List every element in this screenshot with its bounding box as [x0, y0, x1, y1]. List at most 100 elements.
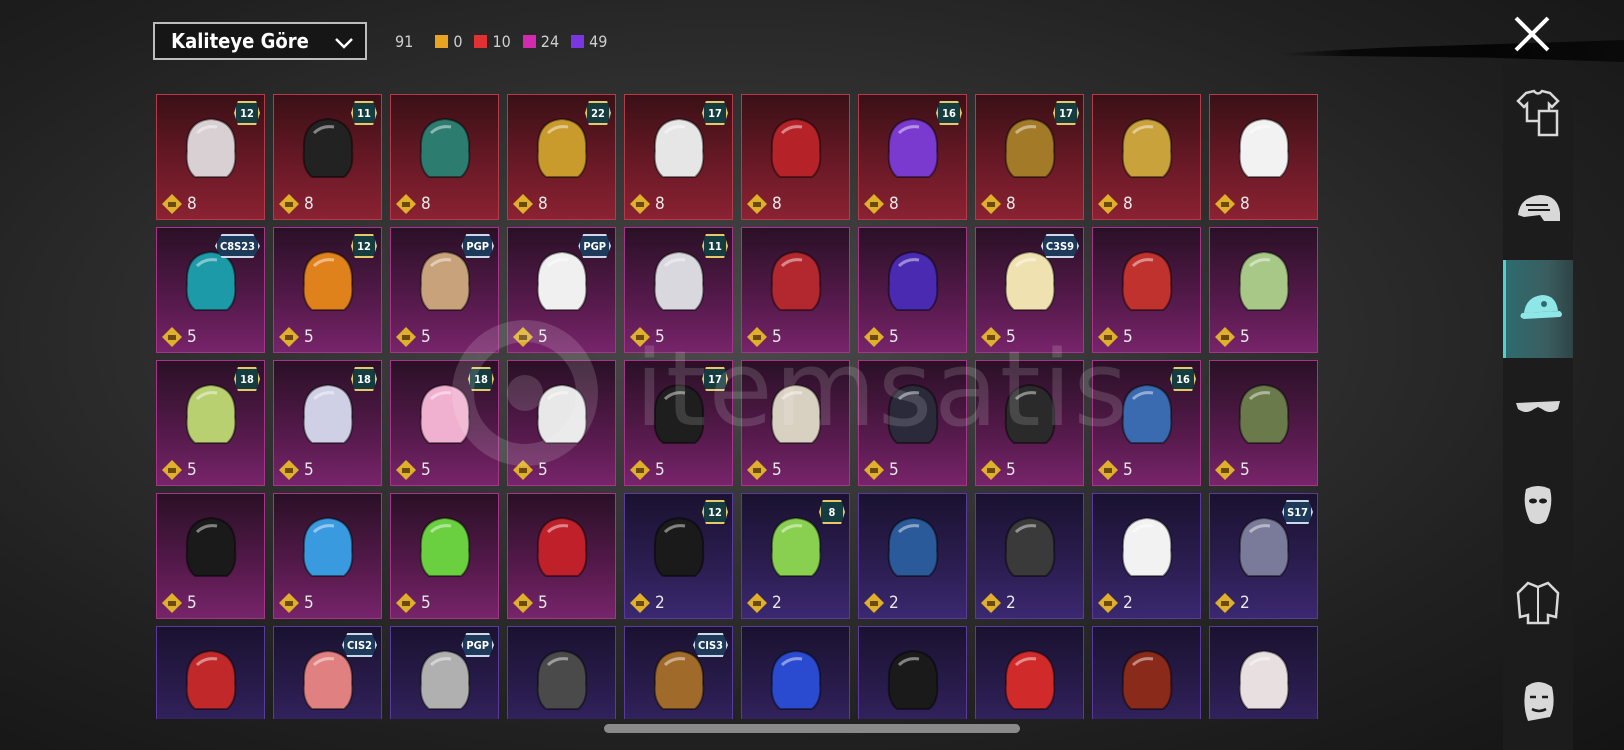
item-score: 5 [395, 326, 431, 348]
item-tile-blue-moto-helmet[interactable]: 5 [273, 493, 382, 619]
item-tile-lion-mask[interactable]: 5 [741, 360, 850, 486]
lion-mask-icon [770, 383, 822, 444]
item-tile-pink-spiked-cap[interactable]: 18 5 [390, 360, 499, 486]
item-tile-pharaoh-headdress[interactable]: 8 [1092, 94, 1201, 220]
season-badge: CIS3 [693, 633, 728, 657]
item-score: 5 [395, 592, 431, 614]
item-tile-llama-mask[interactable]: PGP 5 [390, 227, 499, 353]
points-icon [630, 593, 650, 613]
points-icon [864, 460, 884, 480]
item-score-value: 8 [1240, 194, 1250, 214]
item-tile-green-ruffle-hat[interactable]: 5 [1209, 227, 1318, 353]
item-tile-striped-bandana[interactable]: CIS2 [273, 626, 382, 719]
item-tile-white-sun-hat[interactable]: 2 [1092, 493, 1201, 619]
sidebar-item-glasses[interactable] [1503, 358, 1573, 456]
sidebar-item-helmet[interactable] [1503, 162, 1573, 260]
item-tile-orange-pigtail-hair[interactable]: 12 5 [273, 227, 382, 353]
item-tile-gold-trim-fez[interactable] [1092, 626, 1201, 719]
item-score-value: 5 [1006, 327, 1016, 347]
item-tile-black-fedora[interactable] [858, 626, 967, 719]
points-icon [1098, 194, 1118, 214]
item-tile-alien-hand-headband[interactable]: 18 5 [156, 360, 265, 486]
item-tile-purple-cap-blonde-hair[interactable]: C3S9 5 [975, 227, 1084, 353]
sidebar-item-face[interactable] [1503, 652, 1573, 750]
sidebar-item-mask[interactable] [1503, 456, 1573, 554]
item-tile-blue-armor-helmet[interactable]: 16 5 [1092, 360, 1201, 486]
points-icon [396, 194, 416, 214]
item-score-value: 5 [889, 460, 899, 480]
item-tile-orange-stripe-helmet[interactable]: 8 [1209, 94, 1318, 220]
item-tile-military-helmet[interactable]: 5 [1209, 360, 1318, 486]
item-tile-teal-dragon-helmet[interactable]: 8 [390, 94, 499, 220]
points-icon [981, 327, 1001, 347]
item-tile-luchador-mask[interactable]: 5 [858, 227, 967, 353]
devil-horns-icon [536, 516, 588, 577]
item-tile-white-face-mask[interactable]: 17 5 [624, 360, 733, 486]
item-score: 5 [1097, 459, 1133, 481]
points-icon [162, 327, 182, 347]
item-score: 5 [512, 459, 548, 481]
points-icon [1098, 327, 1118, 347]
item-tile-grey-hair[interactable]: PGP [390, 626, 499, 719]
white-beret-icon [536, 383, 588, 444]
points-icon [864, 194, 884, 214]
item-tile-cricket-helmet[interactable] [741, 626, 850, 719]
item-tile-barrel-helmet[interactable]: CIS3 [624, 626, 733, 719]
item-tile-kabuki-mask[interactable] [1209, 626, 1318, 719]
item-tile-red-mushroom-mask[interactable] [975, 626, 1084, 719]
item-tile-viking-helmet[interactable]: S17 2 [1209, 493, 1318, 619]
item-tile-red-visor-helmet[interactable]: 5 [858, 360, 967, 486]
item-tile-gold-horned-mask[interactable]: 17 8 [975, 94, 1084, 220]
item-tile-flower-crown-hair[interactable]: 11 5 [624, 227, 733, 353]
item-score: 8 [395, 193, 431, 215]
item-tile-devil-horns[interactable]: 5 [507, 493, 616, 619]
item-tile-gas-mask-helmet[interactable]: 2 [975, 493, 1084, 619]
item-score-value: 5 [655, 460, 665, 480]
teal-dragon-helmet-icon [419, 117, 471, 178]
season-badge: S17 [1282, 500, 1313, 524]
red-visor-helmet-icon [887, 383, 939, 444]
item-tile-blue-baseball-cap[interactable]: 2 [858, 493, 967, 619]
item-score-value: 5 [187, 460, 197, 480]
item-tile-black-beanie[interactable]: 5 [156, 493, 265, 619]
item-tile-white-flower-hair[interactable]: 17 8 [624, 94, 733, 220]
item-score-value: 2 [772, 593, 782, 613]
item-tile-white-bow-hair[interactable]: 12 8 [156, 94, 265, 220]
item-tile-red-cap-dreadlocks[interactable]: 5 [1092, 227, 1201, 353]
points-icon [162, 194, 182, 214]
item-score-value: 8 [421, 194, 431, 214]
sidebar-item-outfit[interactable] [1503, 64, 1573, 162]
item-tile-unicorn-mask[interactable]: 5 [390, 493, 499, 619]
sidebar-item-hat[interactable] [1503, 260, 1573, 358]
close-icon[interactable] [1510, 12, 1554, 56]
item-tile-red-fez[interactable] [156, 626, 265, 719]
item-tile-headset-cap[interactable] [507, 626, 616, 719]
item-tile-panda-mask[interactable]: PGP 5 [507, 227, 616, 353]
red-fez-icon [185, 649, 237, 710]
item-tile-horned-jester-mask[interactable]: 5 [975, 360, 1084, 486]
item-tile-pilot-cap-headphones[interactable]: 18 5 [273, 360, 382, 486]
sidebar-item-jacket[interactable] [1503, 554, 1573, 652]
item-tile-black-hair[interactable]: 11 8 [273, 94, 382, 220]
item-counts: 91 0 10 24 49 [395, 32, 619, 51]
item-score-value: 2 [1123, 593, 1133, 613]
item-score-value: 5 [421, 593, 431, 613]
season-badge: C3S9 [1040, 234, 1079, 258]
item-tile-purple-visor-helmet[interactable]: 16 8 [858, 94, 967, 220]
horizontal-scrollbar[interactable] [604, 724, 1020, 733]
item-tile-white-beret[interactable]: 5 [507, 360, 616, 486]
item-tile-gold-winged-hair[interactable]: 22 8 [507, 94, 616, 220]
points-icon [396, 593, 416, 613]
item-tile-green-skull-mask[interactable]: 82 [741, 493, 850, 619]
points-icon [396, 327, 416, 347]
sort-dropdown[interactable]: Kaliteye Göre [153, 22, 367, 60]
item-tile-cat-ear-headphones[interactable]: C8S23 5 [156, 227, 265, 353]
item-tile-red-helmet[interactable]: 8 [741, 94, 850, 220]
item-score: 5 [1214, 326, 1250, 348]
item-tile-bunny-ear-helmet[interactable]: 12 2 [624, 493, 733, 619]
unicorn-mask-icon [419, 516, 471, 577]
item-score: 5 [161, 459, 197, 481]
points-icon [747, 327, 767, 347]
headset-cap-icon [536, 649, 588, 710]
item-tile-wizard-hat-mask[interactable]: 5 [741, 227, 850, 353]
